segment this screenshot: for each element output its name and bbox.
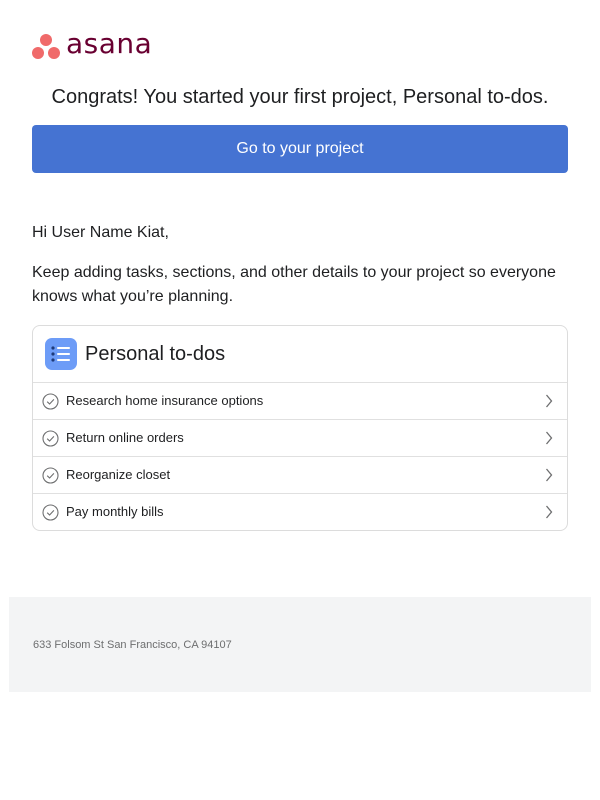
list-icon [45, 338, 77, 370]
task-row[interactable]: Research home insurance options [33, 383, 567, 420]
check-circle-icon [41, 503, 59, 521]
task-label: Research home insurance options [66, 393, 264, 408]
chevron-right-icon [543, 393, 555, 409]
task-label: Reorganize closet [66, 467, 171, 482]
greeting-text: Hi User Name Kiat, [32, 224, 169, 241]
task-row[interactable]: Pay monthly bills [33, 494, 567, 530]
check-circle-icon [41, 392, 59, 410]
check-circle-icon [41, 429, 59, 447]
chevron-right-icon [543, 467, 555, 483]
check-circle-icon [41, 466, 59, 484]
body-text: Keep adding tasks, sections, and other d… [32, 264, 556, 305]
logo-wordmark: asana [66, 27, 153, 60]
chevron-right-icon [543, 430, 555, 446]
task-label: Pay monthly bills [66, 504, 164, 519]
project-header[interactable]: Personal to-dos [33, 326, 567, 383]
chevron-right-icon [543, 504, 555, 520]
asana-logo[interactable]: asana [32, 27, 153, 62]
asana-dots-icon [32, 31, 62, 61]
footer-address: 633 Folsom St San Francisco, CA 94107 [33, 639, 232, 651]
project-card: Personal to-dos Research home insurance … [32, 325, 568, 531]
go-to-project-button[interactable]: Go to your project [32, 125, 568, 173]
task-label: Return online orders [66, 430, 184, 445]
task-row[interactable]: Reorganize closet [33, 457, 567, 494]
email-footer: 633 Folsom St San Francisco, CA 94107 [9, 597, 591, 692]
project-title: Personal to-dos [85, 343, 226, 365]
email-headline: Congrats! You started your first project… [51, 86, 549, 108]
task-row[interactable]: Return online orders [33, 420, 567, 457]
